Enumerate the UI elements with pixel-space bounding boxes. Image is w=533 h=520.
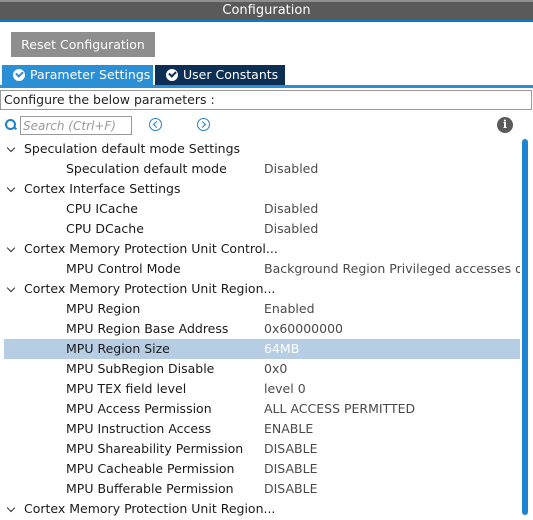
parameter-value[interactable]: 0x0: [264, 359, 520, 379]
check-circle-icon: [166, 69, 178, 81]
tab-label: User Constants: [183, 67, 279, 82]
parameter-value[interactable]: ALL ACCESS PERMITTED: [264, 399, 520, 419]
tab-underline: [0, 85, 533, 88]
window-titlebar: Configuration: [0, 0, 533, 22]
parameter-row[interactable]: Speculation default mode Disabled: [0, 159, 520, 179]
parameter-value[interactable]: Enabled: [264, 299, 520, 319]
parameter-name: CPU DCache: [66, 221, 144, 236]
parameter-value[interactable]: DISABLE: [264, 479, 520, 499]
parameter-name: MPU Shareability Permission: [66, 441, 244, 456]
parameter-row[interactable]: MPU Cacheable Permission DISABLE: [0, 459, 520, 479]
parameter-row[interactable]: MPU Shareability Permission DISABLE: [0, 439, 520, 459]
parameter-row[interactable]: MPU Region Enabled: [0, 299, 520, 319]
settings-tabs: Parameter Settings User Constants: [0, 65, 533, 86]
parameter-value[interactable]: DISABLE: [264, 439, 520, 459]
parameter-value[interactable]: Disabled: [264, 199, 520, 219]
tree-group-row[interactable]: Cortex Memory Protection Unit Control...: [0, 239, 520, 259]
configure-description: Configure the below parameters :: [0, 90, 532, 110]
parameter-name: MPU Region: [66, 301, 141, 316]
group-label: Cortex Interface Settings: [24, 181, 181, 196]
info-icon[interactable]: i: [497, 117, 513, 133]
search-toolbar: i: [0, 114, 533, 136]
parameter-row-selected[interactable]: MPU Region Size 64MB: [4, 339, 520, 359]
reset-configuration-button[interactable]: Reset Configuration: [11, 32, 155, 57]
parameter-row[interactable]: MPU Region Base Address 0x60000000: [0, 319, 520, 339]
tab-parameter-settings[interactable]: Parameter Settings: [2, 65, 153, 85]
chevron-down-icon[interactable]: [6, 183, 16, 193]
chevron-down-icon[interactable]: [6, 503, 16, 513]
tree-group-row[interactable]: Speculation default mode Settings: [0, 139, 520, 159]
parameter-name: MPU Access Permission: [66, 401, 212, 416]
group-label: Cortex Memory Protection Unit Control...: [24, 241, 278, 256]
tab-label: Parameter Settings: [30, 67, 151, 82]
parameter-row[interactable]: MPU Bufferable Permission DISABLE: [0, 479, 520, 499]
parameter-row[interactable]: MPU Control Mode Background Region Privi…: [0, 259, 520, 279]
check-circle-icon: [13, 69, 25, 81]
parameter-name: MPU Region Base Address: [66, 321, 229, 336]
tree-group-row[interactable]: Cortex Memory Protection Unit Region...: [0, 279, 520, 299]
parameter-tree: Speculation default mode Settings Specul…: [0, 139, 520, 520]
parameter-name: Speculation default mode: [66, 161, 227, 176]
search-icon: [5, 119, 16, 130]
parameter-name: MPU TEX field level: [66, 381, 187, 396]
chevron-down-icon[interactable]: [6, 283, 16, 293]
parameter-row[interactable]: CPU DCache Disabled: [0, 219, 520, 239]
group-label: Speculation default mode Settings: [24, 141, 241, 156]
parameter-value[interactable]: Background Region Privileged accesses o.…: [264, 259, 520, 279]
chevron-down-icon[interactable]: [6, 143, 16, 153]
parameter-row[interactable]: MPU SubRegion Disable 0x0: [0, 359, 520, 379]
parameter-name: MPU SubRegion Disable: [66, 361, 215, 376]
next-result-icon[interactable]: [197, 118, 210, 131]
tree-group-row[interactable]: Cortex Memory Protection Unit Region...: [0, 499, 520, 519]
parameter-name: MPU Cacheable Permission: [66, 461, 235, 476]
parameter-value[interactable]: 64MB: [264, 339, 520, 359]
tree-group-row[interactable]: Cortex Interface Settings: [0, 179, 520, 199]
parameter-name: MPU Instruction Access: [66, 421, 212, 436]
group-label: Cortex Memory Protection Unit Region...: [24, 281, 276, 296]
titlebar-top-border: [0, 0, 533, 2]
chevron-down-icon[interactable]: [6, 243, 16, 253]
vertical-scrollbar[interactable]: [522, 139, 528, 520]
parameter-name: MPU Region Size: [66, 341, 170, 356]
parameter-row[interactable]: MPU Access Permission ALL ACCESS PERMITT…: [0, 399, 520, 419]
parameter-row[interactable]: CPU ICache Disabled: [0, 199, 520, 219]
search-input[interactable]: [20, 116, 132, 135]
parameter-value[interactable]: Disabled: [264, 159, 520, 179]
parameter-name: CPU ICache: [66, 201, 138, 216]
previous-result-icon[interactable]: [149, 118, 162, 131]
parameter-value[interactable]: level 0: [264, 379, 520, 399]
parameter-value[interactable]: 0x60000000: [264, 319, 520, 339]
tab-user-constants[interactable]: User Constants: [155, 65, 285, 85]
scrollbar-thumb[interactable]: [522, 139, 528, 515]
parameter-row[interactable]: MPU Instruction Access ENABLE: [0, 419, 520, 439]
parameter-name: MPU Bufferable Permission: [66, 481, 234, 496]
parameter-value[interactable]: DISABLE: [264, 459, 520, 479]
group-label: Cortex Memory Protection Unit Region...: [24, 501, 276, 516]
parameter-value[interactable]: ENABLE: [264, 419, 520, 439]
window-title: Configuration: [222, 3, 311, 18]
parameter-row[interactable]: MPU TEX field level level 0: [0, 379, 520, 399]
parameter-value[interactable]: Disabled: [264, 219, 520, 239]
parameter-name: MPU Control Mode: [66, 261, 181, 276]
